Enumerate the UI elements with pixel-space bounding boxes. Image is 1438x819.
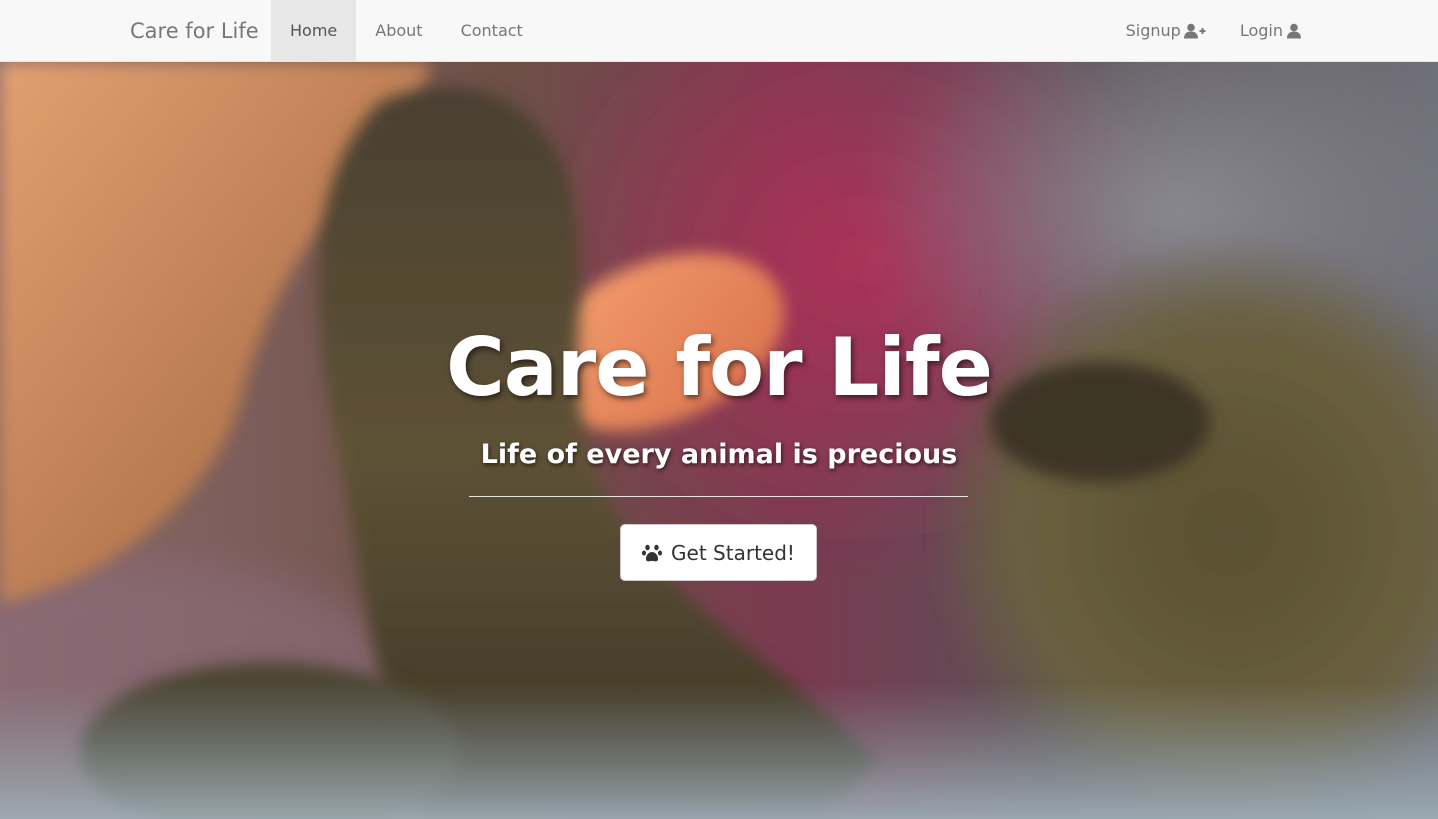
main-nav: Home About Contact <box>271 0 542 62</box>
login-label: Login <box>1239 21 1283 40</box>
user-icon <box>1286 23 1306 39</box>
hero-divider <box>469 496 968 497</box>
user-plus-icon <box>1183 23 1206 39</box>
nav-contact[interactable]: Contact <box>442 0 542 62</box>
account-nav: Signup Login <box>1108 0 1324 62</box>
signup-link[interactable]: Signup <box>1108 0 1222 62</box>
hero-title: Care for Life <box>446 321 993 414</box>
nav-home[interactable]: Home <box>271 0 357 62</box>
top-navbar: Care for Life Home About Contact Signup … <box>0 0 1438 62</box>
get-started-label: Get Started! <box>671 540 795 565</box>
hero-section: Care for Life Life of every animal is pr… <box>0 62 1438 819</box>
login-link[interactable]: Login <box>1222 0 1324 62</box>
hero-content: Care for Life Life of every animal is pr… <box>0 62 1438 819</box>
signup-label: Signup <box>1125 21 1181 40</box>
nav-about[interactable]: About <box>356 0 441 62</box>
paw-icon <box>642 543 663 563</box>
hero-subtitle: Life of every animal is precious <box>480 439 958 470</box>
get-started-button[interactable]: Get Started! <box>620 524 817 581</box>
brand-link[interactable]: Care for Life <box>130 0 259 62</box>
